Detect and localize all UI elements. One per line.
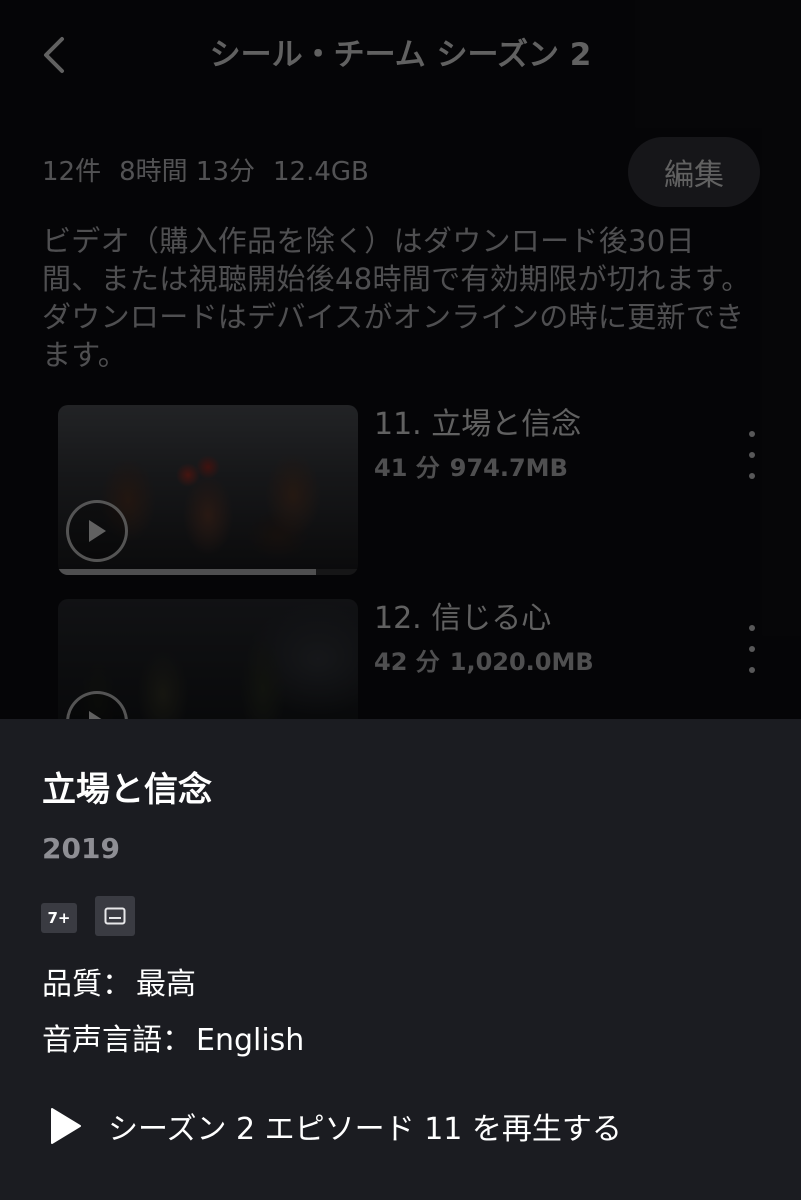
more-options-icon[interactable] <box>734 431 770 479</box>
downloads-season-page: シール・チーム シーズン 2 12件 8時間 13分 12.4GB 編集 ビデオ（購… <box>0 0 801 720</box>
watch-progress-bar <box>58 569 358 575</box>
audio-language-info: 音声言語： English <box>42 1019 304 1063</box>
play-icon <box>40 1101 90 1151</box>
episode-meta: 42 分 1,020.0MB <box>374 645 594 679</box>
subtitles-icon <box>95 896 135 936</box>
episode-thumbnail[interactable] <box>58 405 358 575</box>
episode-count: 12件 <box>42 157 102 187</box>
play-episode-button[interactable]: シーズン 2 エピソード 11 を再生する <box>40 1099 622 1153</box>
episode-size: 1,020.0MB <box>449 648 594 676</box>
episode-row[interactable]: 11. 立場と信念 41 分 974.7MB <box>58 405 778 575</box>
more-options-icon[interactable] <box>734 625 770 673</box>
edit-button[interactable]: 編集 <box>628 137 760 207</box>
quality-value: 最高 <box>136 967 196 1002</box>
quality-info: 品質： 最高 <box>42 963 196 1007</box>
episode-duration: 42 分 <box>374 648 440 676</box>
page-title: シール・チーム シーズン 2 <box>209 37 592 73</box>
age-rating-badge: 7+ <box>41 903 77 933</box>
episode-thumbnail[interactable] <box>58 599 358 720</box>
total-size: 12.4GB <box>273 157 369 187</box>
episode-row[interactable]: 12. 信じる心 42 分 1,020.0MB <box>58 599 778 720</box>
quality-label: 品質： <box>42 967 132 1002</box>
watch-progress-fill <box>58 569 316 575</box>
release-year: 2019 <box>42 832 120 865</box>
play-icon[interactable] <box>66 500 128 562</box>
play-episode-label: シーズン 2 エピソード 11 を再生する <box>108 1112 622 1147</box>
expiry-notice: ビデオ（購入作品を除く）はダウンロード後30日間、または視聴開始後48時間で有効… <box>42 224 751 372</box>
audio-language-value: English <box>196 1023 305 1058</box>
episode-meta: 41 分 974.7MB <box>374 451 568 485</box>
episode-duration: 41 分 <box>374 454 440 482</box>
episode-title: 11. 立場と信念 <box>374 407 582 442</box>
total-duration: 8時間 13分 <box>119 157 255 187</box>
header: シール・チーム シーズン 2 <box>0 0 801 110</box>
sheet-episode-title: 立場と信念 <box>42 770 212 810</box>
episode-detail-sheet: 立場と信念 2019 7+ 品質： 最高 音声言語： English シーズン 2 … <box>0 719 801 1200</box>
play-icon[interactable] <box>66 691 128 720</box>
episode-size: 974.7MB <box>449 454 568 482</box>
episode-title: 12. 信じる心 <box>374 601 552 636</box>
download-summary: 12件 8時間 13分 12.4GB <box>42 150 369 194</box>
audio-language-label: 音声言語： <box>42 1023 192 1058</box>
